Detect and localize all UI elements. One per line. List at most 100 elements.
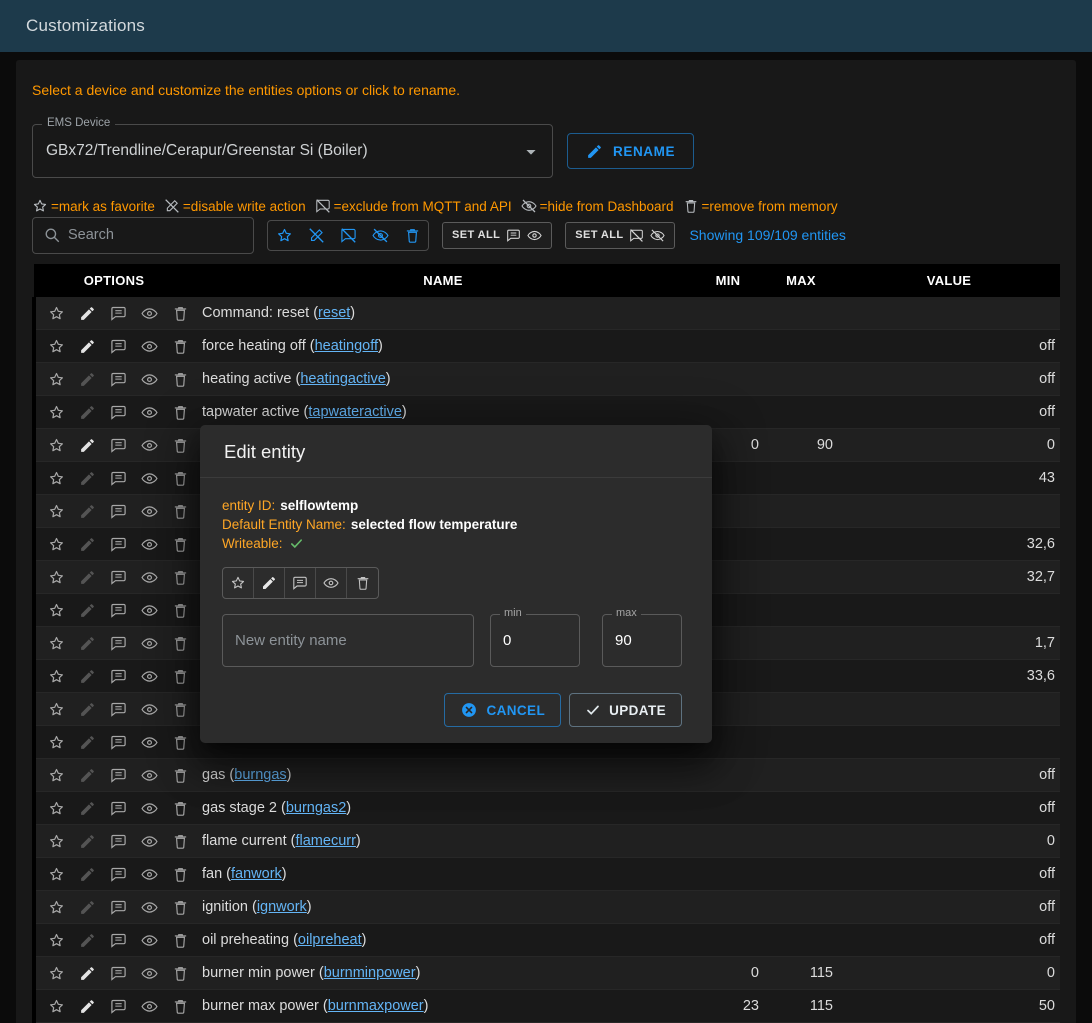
edit-icon-button[interactable] bbox=[79, 437, 96, 454]
entity-shortname-link[interactable]: burngas2 bbox=[286, 800, 346, 816]
entity-shortname-link[interactable]: fanwork bbox=[231, 866, 282, 882]
favorite-icon-button[interactable] bbox=[48, 404, 65, 421]
favorite-icon-button[interactable] bbox=[48, 635, 65, 652]
mqtt-exclude-icon-button[interactable] bbox=[110, 338, 127, 355]
favorite-icon-button[interactable] bbox=[48, 899, 65, 916]
favorite-toggle-button[interactable] bbox=[223, 568, 254, 598]
exclude-mqtt-toggle-button[interactable] bbox=[285, 568, 316, 598]
set-all-hidden-button[interactable]: SET ALL bbox=[565, 222, 675, 249]
edit-icon-button[interactable] bbox=[79, 338, 96, 355]
favorite-icon-button[interactable] bbox=[48, 503, 65, 520]
delete-icon-button[interactable] bbox=[172, 965, 189, 982]
disable-write-toggle-button[interactable] bbox=[254, 568, 285, 598]
entity-shortname-link[interactable]: heatingoff bbox=[315, 338, 378, 354]
favorite-icon-button[interactable] bbox=[48, 965, 65, 982]
delete-icon-button[interactable] bbox=[172, 602, 189, 619]
mqtt-exclude-icon-button[interactable] bbox=[110, 503, 127, 520]
column-header-min[interactable]: MIN bbox=[692, 264, 764, 297]
mqtt-exclude-icon-button[interactable] bbox=[110, 701, 127, 718]
delete-icon-button[interactable] bbox=[172, 668, 189, 685]
mqtt-exclude-icon-button[interactable] bbox=[110, 899, 127, 916]
mqtt-exclude-icon-button[interactable] bbox=[110, 866, 127, 883]
update-button[interactable]: UPDATE bbox=[569, 693, 682, 727]
favorite-icon-button[interactable] bbox=[48, 338, 65, 355]
visibility-icon-button[interactable] bbox=[141, 503, 158, 520]
mqtt-exclude-icon-button[interactable] bbox=[110, 470, 127, 487]
edit-icon-button[interactable] bbox=[79, 932, 96, 949]
delete-icon-button[interactable] bbox=[172, 305, 189, 322]
delete-icon-button[interactable] bbox=[172, 569, 189, 586]
delete-icon-button[interactable] bbox=[172, 503, 189, 520]
favorite-toggle-button[interactable] bbox=[268, 221, 300, 250]
mqtt-exclude-icon-button[interactable] bbox=[110, 734, 127, 751]
search-input[interactable] bbox=[68, 227, 245, 243]
edit-icon-button[interactable] bbox=[79, 899, 96, 916]
visibility-icon-button[interactable] bbox=[141, 470, 158, 487]
mqtt-exclude-icon-button[interactable] bbox=[110, 635, 127, 652]
entity-shortname-link[interactable]: heatingactive bbox=[300, 371, 385, 387]
visibility-icon-button[interactable] bbox=[141, 635, 158, 652]
delete-icon-button[interactable] bbox=[172, 734, 189, 751]
favorite-icon-button[interactable] bbox=[48, 602, 65, 619]
edit-icon-button[interactable] bbox=[79, 965, 96, 982]
visibility-icon-button[interactable] bbox=[141, 371, 158, 388]
exclude-mqtt-toggle-button[interactable] bbox=[332, 221, 364, 250]
favorite-icon-button[interactable] bbox=[48, 866, 65, 883]
entity-shortname-link[interactable]: burnmaxpower bbox=[328, 998, 424, 1014]
entity-shortname-link[interactable]: tapwateractive bbox=[308, 404, 402, 420]
edit-icon-button[interactable] bbox=[79, 404, 96, 421]
mqtt-exclude-icon-button[interactable] bbox=[110, 404, 127, 421]
edit-icon-button[interactable] bbox=[79, 734, 96, 751]
favorite-icon-button[interactable] bbox=[48, 569, 65, 586]
visibility-icon-button[interactable] bbox=[141, 734, 158, 751]
new-entity-name-input[interactable] bbox=[223, 615, 473, 666]
favorite-icon-button[interactable] bbox=[48, 800, 65, 817]
set-all-visible-button[interactable]: SET ALL bbox=[442, 222, 552, 249]
column-header-max[interactable]: MAX bbox=[764, 264, 838, 297]
delete-icon-button[interactable] bbox=[172, 800, 189, 817]
edit-icon-button[interactable] bbox=[79, 635, 96, 652]
edit-icon-button[interactable] bbox=[79, 503, 96, 520]
delete-icon-button[interactable] bbox=[172, 404, 189, 421]
ems-device-select[interactable]: EMS Device GBx72/Trendline/Cerapur/Green… bbox=[32, 124, 553, 178]
mqtt-exclude-icon-button[interactable] bbox=[110, 833, 127, 850]
favorite-icon-button[interactable] bbox=[48, 767, 65, 784]
edit-icon-button[interactable] bbox=[79, 536, 96, 553]
visibility-icon-button[interactable] bbox=[141, 404, 158, 421]
visibility-icon-button[interactable] bbox=[141, 998, 158, 1015]
mqtt-exclude-icon-button[interactable] bbox=[110, 569, 127, 586]
remove-memory-toggle-button[interactable] bbox=[396, 221, 428, 250]
edit-icon-button[interactable] bbox=[79, 833, 96, 850]
visibility-icon-button[interactable] bbox=[141, 833, 158, 850]
visibility-icon-button[interactable] bbox=[141, 437, 158, 454]
entity-shortname-link[interactable]: oilpreheat bbox=[298, 932, 362, 948]
max-input[interactable] bbox=[603, 615, 681, 666]
favorite-icon-button[interactable] bbox=[48, 668, 65, 685]
mqtt-exclude-icon-button[interactable] bbox=[110, 371, 127, 388]
cancel-button[interactable]: CANCEL bbox=[444, 693, 561, 727]
hide-dashboard-toggle-button[interactable] bbox=[316, 568, 347, 598]
delete-icon-button[interactable] bbox=[172, 767, 189, 784]
entity-shortname-link[interactable]: ignwork bbox=[257, 899, 307, 915]
visibility-icon-button[interactable] bbox=[141, 800, 158, 817]
column-header-name[interactable]: NAME bbox=[194, 264, 692, 297]
edit-icon-button[interactable] bbox=[79, 305, 96, 322]
favorite-icon-button[interactable] bbox=[48, 536, 65, 553]
visibility-icon-button[interactable] bbox=[141, 305, 158, 322]
mqtt-exclude-icon-button[interactable] bbox=[110, 998, 127, 1015]
delete-icon-button[interactable] bbox=[172, 899, 189, 916]
visibility-icon-button[interactable] bbox=[141, 965, 158, 982]
favorite-icon-button[interactable] bbox=[48, 734, 65, 751]
delete-icon-button[interactable] bbox=[172, 833, 189, 850]
mqtt-exclude-icon-button[interactable] bbox=[110, 602, 127, 619]
delete-icon-button[interactable] bbox=[172, 437, 189, 454]
favorite-icon-button[interactable] bbox=[48, 932, 65, 949]
visibility-icon-button[interactable] bbox=[141, 602, 158, 619]
mqtt-exclude-icon-button[interactable] bbox=[110, 932, 127, 949]
entity-shortname-link[interactable]: flamecurr bbox=[295, 833, 355, 849]
rename-button[interactable]: RENAME bbox=[567, 133, 694, 169]
delete-icon-button[interactable] bbox=[172, 932, 189, 949]
delete-icon-button[interactable] bbox=[172, 371, 189, 388]
favorite-icon-button[interactable] bbox=[48, 833, 65, 850]
favorite-icon-button[interactable] bbox=[48, 437, 65, 454]
